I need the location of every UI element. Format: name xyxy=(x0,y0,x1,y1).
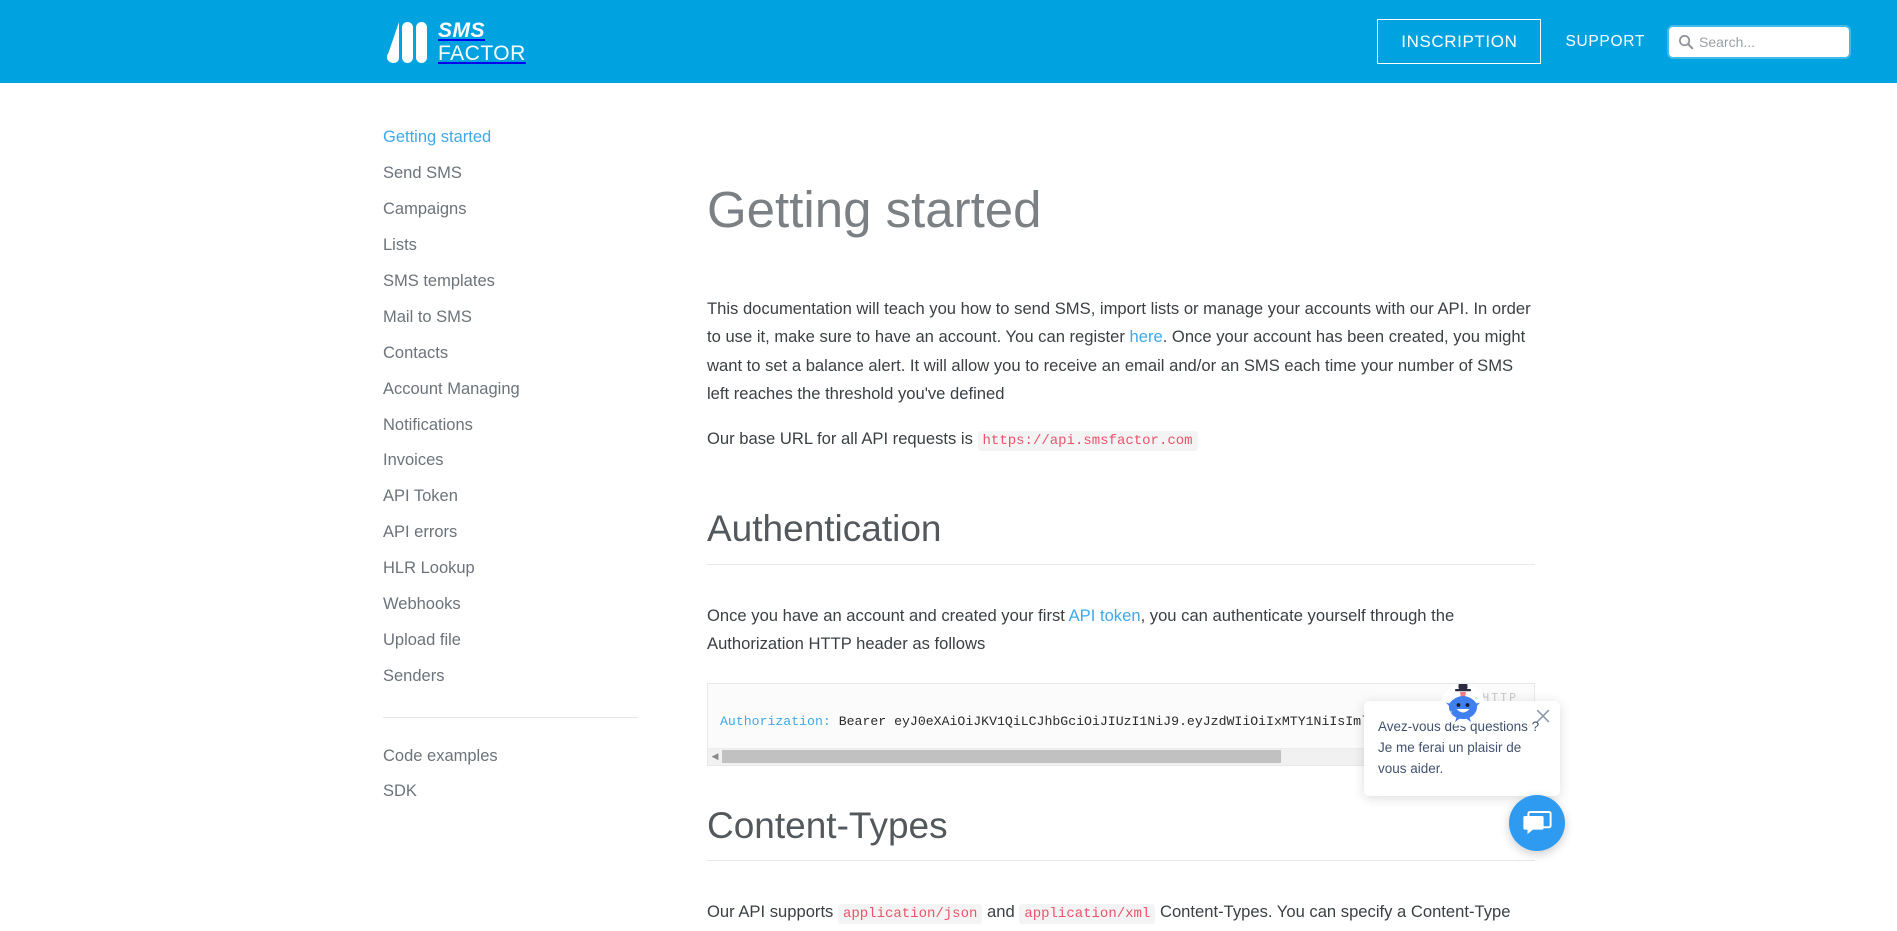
sidebar-item-lists[interactable]: Lists xyxy=(383,235,648,256)
code-header-key: Authorization: xyxy=(720,713,831,729)
signup-button[interactable]: INSCRIPTION xyxy=(1377,19,1542,64)
auth-text-part1: Once you have an account and created you… xyxy=(707,605,1069,625)
support-link[interactable]: SUPPORT xyxy=(1565,33,1645,51)
sidebar-item-sms-templates[interactable]: SMS templates xyxy=(383,271,648,292)
scroll-left-arrow-icon[interactable]: ◀ xyxy=(708,752,722,761)
sidebar-item-api-errors[interactable]: API errors xyxy=(383,522,648,543)
authentication-paragraph: Once you have an account and created you… xyxy=(707,602,1535,659)
logo-line-1: SMS xyxy=(438,19,486,42)
content-types-rule xyxy=(707,860,1535,862)
header-actions: INSCRIPTION SUPPORT xyxy=(1377,0,1897,83)
ct-text-part1: Our API supports xyxy=(707,902,838,922)
base-url-code: https://api.smsfactor.com xyxy=(977,430,1198,451)
sidebar-item-mail-to-sms[interactable]: Mail to SMS xyxy=(383,307,648,328)
content-types-heading: Content-Types xyxy=(707,804,948,846)
sidebar-nav: Getting started Send SMS Campaigns Lists… xyxy=(383,127,648,817)
logo-line-2: FACTOR xyxy=(438,42,526,65)
sidebar-item-upload-file[interactable]: Upload file xyxy=(383,630,648,651)
content-type-xml-code: application/xml xyxy=(1019,904,1156,925)
register-here-link[interactable]: here xyxy=(1129,327,1162,346)
sidebar-item-contacts[interactable]: Contacts xyxy=(383,343,648,364)
page-title: Getting started xyxy=(707,181,1042,238)
authentication-rule xyxy=(707,563,1535,565)
scrollbar-thumb[interactable] xyxy=(722,750,1281,764)
sidebar-item-webhooks[interactable]: Webhooks xyxy=(383,594,648,615)
main-content: Getting started This documentation will … xyxy=(707,183,1535,931)
base-url-paragraph: Our base URL for all API requests is htt… xyxy=(707,425,1535,454)
sidebar-item-getting-started[interactable]: Getting started xyxy=(383,127,648,148)
logo-wordmark: SMS FACTOR xyxy=(438,20,526,64)
search-input[interactable] xyxy=(1669,26,1849,57)
base-url-label: Our base URL for all API requests is xyxy=(707,428,978,448)
sidebar-item-campaigns[interactable]: Campaigns xyxy=(383,199,648,220)
sidebar-item-account-managing[interactable]: Account Managing xyxy=(383,379,648,400)
content-type-json-code: application/json xyxy=(837,904,983,925)
smsfactor-logo-icon xyxy=(387,22,427,63)
ct-text-part2: and xyxy=(982,902,1020,922)
authentication-heading: Authentication xyxy=(707,508,942,550)
site-header: SMS FACTOR INSCRIPTION SUPPORT xyxy=(0,0,1897,93)
sidebar-item-code-examples[interactable]: Code examples xyxy=(383,746,648,767)
page-body: Getting started Send SMS Campaigns Lists… xyxy=(0,83,1897,931)
sidebar-item-notifications[interactable]: Notifications xyxy=(383,415,648,436)
sidebar-item-api-token[interactable]: API Token xyxy=(383,486,648,507)
site-logo[interactable]: SMS FACTOR xyxy=(383,17,526,67)
close-icon[interactable] xyxy=(1534,707,1552,725)
api-token-link[interactable]: API token xyxy=(1069,606,1141,625)
content-types-paragraph: Our API supports application/json and ap… xyxy=(707,898,1535,931)
sidebar-divider xyxy=(383,716,638,718)
chat-launcher-button[interactable] xyxy=(1509,795,1565,851)
sidebar-item-senders[interactable]: Senders xyxy=(383,666,648,687)
sidebar-item-invoices[interactable]: Invoices xyxy=(383,450,648,471)
chat-bubble-icon xyxy=(1523,811,1552,834)
search-box[interactable] xyxy=(1669,26,1849,57)
sidebar-item-send-sms[interactable]: Send SMS xyxy=(383,163,648,184)
intro-paragraph: This documentation will teach you how to… xyxy=(707,295,1535,409)
sidebar-item-hlr-lookup[interactable]: HLR Lookup xyxy=(383,558,648,579)
chat-greeting-bubble[interactable]: Avez-vous des questions ? Je me ferai un… xyxy=(1364,701,1560,796)
chat-greeting-text: Avez-vous des questions ? Je me ferai un… xyxy=(1378,719,1540,776)
sidebar-item-sdk[interactable]: SDK xyxy=(383,781,648,802)
